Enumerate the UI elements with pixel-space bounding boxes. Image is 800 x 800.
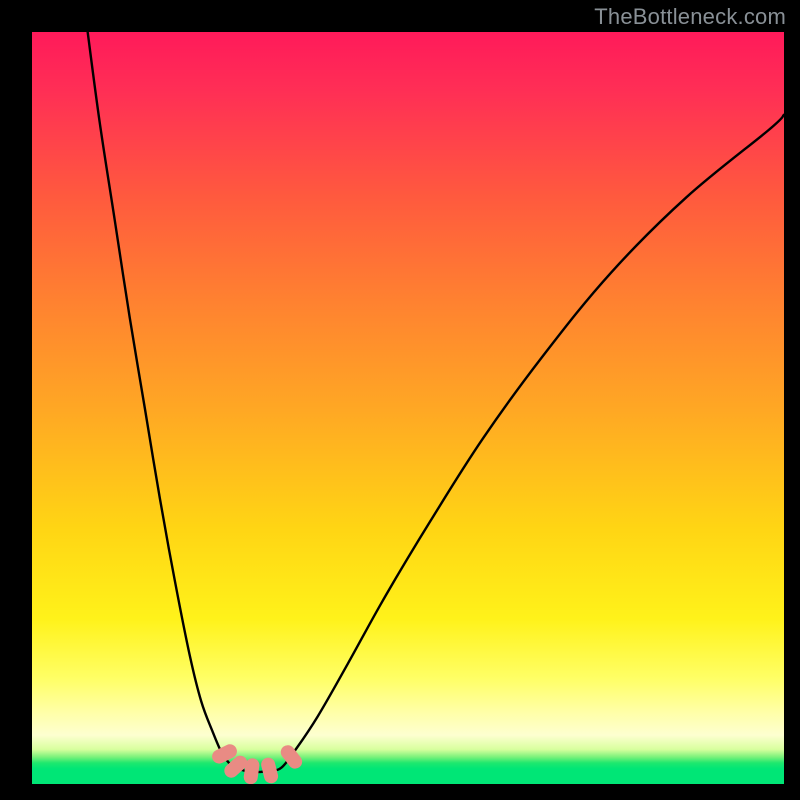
chart-container: TheBottleneck.com	[0, 0, 800, 800]
curve-overlay	[32, 32, 784, 784]
curve-markers	[210, 742, 305, 784]
bottleneck-curve	[88, 32, 784, 772]
curve-marker	[260, 756, 280, 784]
watermark-text: TheBottleneck.com	[594, 4, 786, 30]
